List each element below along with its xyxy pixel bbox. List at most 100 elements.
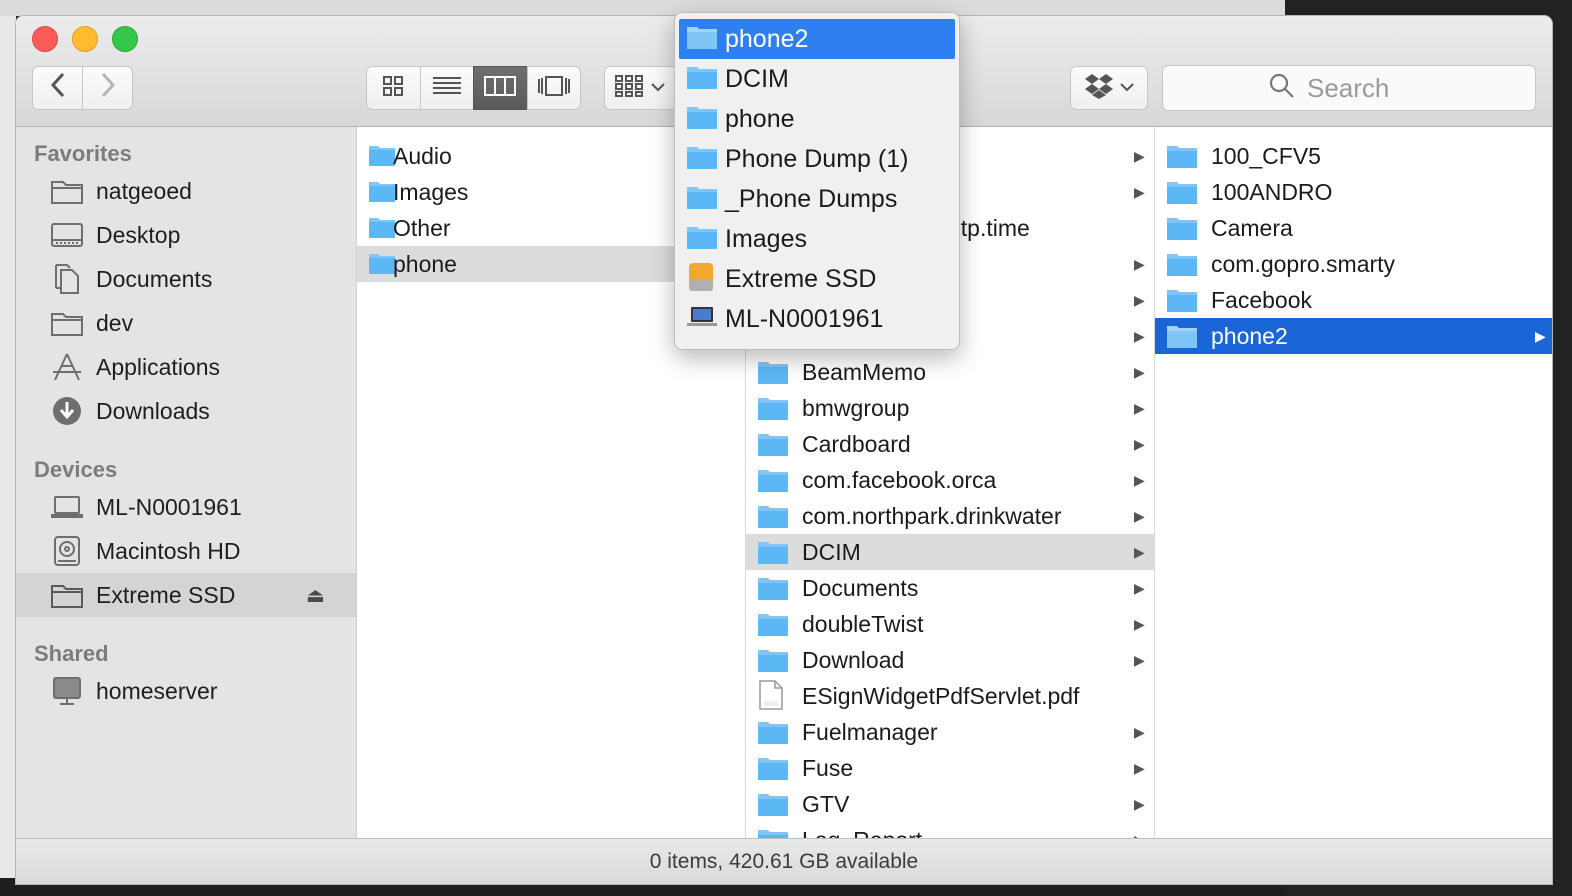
external-drive-icon bbox=[50, 580, 84, 610]
list-item[interactable]: com.facebook.orca ▶ bbox=[746, 462, 1154, 498]
folder-icon bbox=[1167, 288, 1197, 317]
folder-icon bbox=[1167, 252, 1197, 281]
disclosure-arrow-icon: ▶ bbox=[1134, 795, 1145, 812]
menu-item-phone2[interactable]: phone2 bbox=[679, 19, 955, 59]
folder-icon bbox=[758, 576, 788, 605]
folder-icon bbox=[758, 648, 788, 677]
menu-item-phone-dump-1[interactable]: Phone Dump (1) bbox=[679, 139, 955, 179]
list-item-selected[interactable]: DCIM ▶ bbox=[746, 534, 1154, 570]
sidebar-item-desktop[interactable]: Desktop bbox=[16, 213, 356, 257]
sidebar-item-label: Extreme SSD bbox=[96, 581, 236, 608]
disclosure-arrow-icon: ▶ bbox=[1134, 543, 1145, 560]
search-icon bbox=[1269, 73, 1295, 104]
search-input[interactable] bbox=[1305, 71, 1429, 105]
disclosure-arrow-icon: ▶ bbox=[1134, 759, 1145, 776]
list-item[interactable]: Cardboard ▶ bbox=[746, 426, 1154, 462]
sidebar-item-applications[interactable]: Applications bbox=[16, 345, 356, 389]
list-item[interactable]: Fuelmanager ▶ bbox=[746, 714, 1154, 750]
pdf-file-icon bbox=[758, 680, 784, 715]
folder-icon bbox=[687, 225, 717, 254]
back-button[interactable] bbox=[32, 66, 83, 110]
disclosure-arrow-icon: ▶ bbox=[1134, 651, 1145, 668]
folder-icon bbox=[687, 25, 717, 54]
sidebar-item-homeserver[interactable]: homeserver bbox=[16, 669, 356, 713]
list-item[interactable]: Download ▶ bbox=[746, 642, 1154, 678]
list-item[interactable]: 100_CFV5 bbox=[1155, 138, 1552, 174]
path-popup-menu: phone2 DCIM phone Phone Dump (1) _Phone … bbox=[674, 12, 960, 350]
sidebar-header-favorites: Favorites bbox=[34, 141, 132, 166]
sidebar-item-natgeoed[interactable]: natgeoed bbox=[16, 169, 356, 213]
icon-grid-icon bbox=[382, 75, 404, 102]
file-name: phone2 bbox=[1211, 322, 1288, 349]
menu-item-label: Extreme SSD bbox=[725, 264, 877, 293]
list-item[interactable]: GTV ▶ bbox=[746, 786, 1154, 822]
list-item[interactable]: ESignWidgetPdfServlet.pdf bbox=[746, 678, 1154, 714]
folder-icon bbox=[758, 612, 788, 641]
sidebar-item-macintosh-hd[interactable]: Macintosh HD bbox=[16, 529, 356, 573]
list-item-selected[interactable]: phone2 ▶ bbox=[1155, 318, 1552, 354]
chevron-down-icon bbox=[1120, 79, 1134, 97]
file-name: BeamMemo bbox=[802, 358, 926, 385]
menu-item-dcim[interactable]: DCIM bbox=[679, 59, 955, 99]
sidebar-item-label: Macintosh HD bbox=[96, 537, 241, 564]
eject-icon[interactable]: ⏏ bbox=[306, 583, 325, 608]
back-forward-group bbox=[32, 66, 134, 110]
display-icon bbox=[50, 676, 84, 706]
file-name: Cardboard bbox=[802, 430, 911, 457]
list-item[interactable]: Camera bbox=[1155, 210, 1552, 246]
list-view-button[interactable] bbox=[419, 66, 474, 110]
cover-flow-view-button[interactable] bbox=[526, 66, 581, 110]
menu-item-extreme-ssd[interactable]: Extreme SSD bbox=[679, 259, 955, 299]
chevron-down-icon bbox=[651, 79, 665, 97]
sidebar-item-extreme-ssd[interactable]: Extreme SSD ⏏ bbox=[16, 573, 356, 617]
list-item[interactable]: doubleTwist ▶ bbox=[746, 606, 1154, 642]
sidebar-item-label: ML-N0001961 bbox=[96, 493, 242, 520]
zoom-window-button[interactable] bbox=[112, 26, 138, 52]
sidebar-item-label: Applications bbox=[96, 353, 221, 380]
list-item[interactable]: 100ANDRO bbox=[1155, 174, 1552, 210]
menu-item-ml-n0001961[interactable]: ML-N0001961 bbox=[679, 299, 955, 339]
laptop-icon bbox=[687, 305, 717, 334]
menu-item-phone-dumps[interactable]: _Phone Dumps bbox=[679, 179, 955, 219]
menu-item-images[interactable]: Images bbox=[679, 219, 955, 259]
sidebar-header-shared: Shared bbox=[34, 641, 109, 666]
icon-view-button[interactable] bbox=[366, 66, 421, 110]
sidebar-item-label: Downloads bbox=[96, 397, 210, 424]
file-name: phone bbox=[393, 250, 457, 277]
chevron-left-icon bbox=[50, 72, 66, 105]
file-name: com.northpark.drinkwater bbox=[802, 502, 1062, 529]
column-view-button[interactable] bbox=[473, 66, 528, 110]
close-window-button[interactable] bbox=[32, 26, 58, 52]
arrange-menu-button[interactable] bbox=[604, 66, 680, 110]
columns-icon bbox=[484, 75, 517, 102]
list-item[interactable]: BeamMemo ▶ bbox=[746, 354, 1154, 390]
desktop-icon bbox=[50, 220, 84, 250]
list-item[interactable]: Log_Report ▶ bbox=[746, 822, 1154, 838]
column-3[interactable]: 100_CFV5 100ANDRO Camera com.gopro.smart… bbox=[1155, 127, 1552, 838]
minimize-window-button[interactable] bbox=[72, 26, 98, 52]
list-item[interactable]: bmwgroup ▶ bbox=[746, 390, 1154, 426]
file-name: bmwgroup bbox=[802, 394, 910, 421]
folder-icon bbox=[1167, 216, 1197, 245]
sidebar-item-dev[interactable]: dev bbox=[16, 301, 356, 345]
dropbox-menu-button[interactable] bbox=[1070, 66, 1148, 110]
folder-icon bbox=[1167, 144, 1197, 173]
forward-button[interactable] bbox=[82, 66, 133, 110]
disclosure-arrow-icon: ▶ bbox=[1134, 147, 1145, 164]
folder-icon bbox=[687, 185, 717, 214]
menu-item-phone[interactable]: phone bbox=[679, 99, 955, 139]
file-name: Log_Report bbox=[802, 827, 922, 839]
sidebar: Favorites natgeoed Desktop Documents dev bbox=[16, 127, 357, 838]
list-item[interactable]: Facebook bbox=[1155, 282, 1552, 318]
list-item[interactable]: Documents ▶ bbox=[746, 570, 1154, 606]
list-item[interactable]: com.northpark.drinkwater ▶ bbox=[746, 498, 1154, 534]
sidebar-item-ml-n0001961[interactable]: ML-N0001961 bbox=[16, 485, 356, 529]
search-field[interactable] bbox=[1162, 65, 1536, 111]
list-item[interactable]: com.gopro.smarty bbox=[1155, 246, 1552, 282]
list-item[interactable]: Fuse ▶ bbox=[746, 750, 1154, 786]
sidebar-item-documents[interactable]: Documents bbox=[16, 257, 356, 301]
sidebar-item-downloads[interactable]: Downloads bbox=[16, 389, 356, 433]
status-bar: 0 items, 420.61 GB available bbox=[16, 838, 1552, 884]
folder-icon bbox=[758, 720, 788, 749]
folder-icon bbox=[758, 468, 788, 497]
